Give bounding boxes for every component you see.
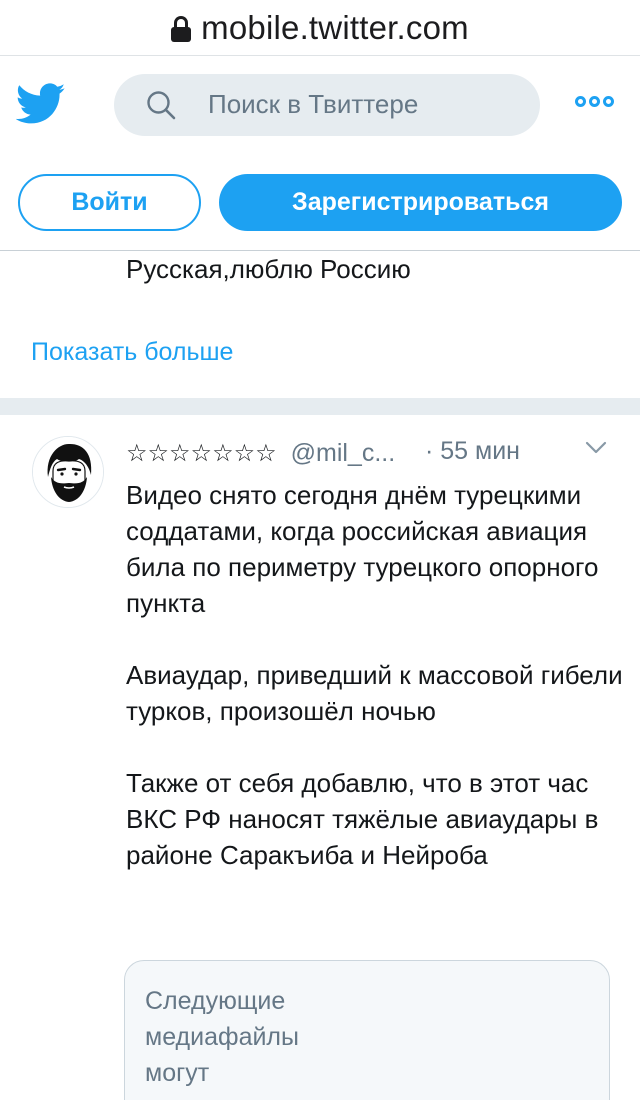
tweet-timestamp[interactable]: · 55 мин bbox=[425, 437, 520, 466]
tweet-header: ☆☆☆☆☆☆☆ @mil_c... bbox=[126, 437, 395, 469]
tweet-paragraph: Также от себя добавлю, что в этот час ВК… bbox=[126, 768, 599, 870]
show-more-link[interactable]: Показать больше bbox=[31, 338, 233, 367]
lock-icon bbox=[171, 15, 192, 42]
search-bar[interactable]: Поиск в Твиттере bbox=[114, 74, 540, 136]
chevron-down-icon[interactable] bbox=[585, 440, 607, 456]
browser-url-bar[interactable]: mobile.twitter.com bbox=[0, 0, 640, 56]
signup-button[interactable]: Зарегистрироваться bbox=[219, 174, 622, 231]
tweet-paragraph: Видео снято сегодня днём турецкими содда… bbox=[126, 480, 599, 618]
tweet-paragraph: Авиаудар, приведший к массовой гибели ту… bbox=[126, 660, 623, 726]
login-button[interactable]: Войти bbox=[18, 174, 201, 231]
display-name[interactable]: ☆☆☆☆☆☆☆ bbox=[126, 439, 277, 468]
search-icon bbox=[147, 91, 176, 120]
divider bbox=[0, 250, 640, 251]
user-handle[interactable]: @mil_c... bbox=[291, 439, 396, 468]
tweet-text: Видео снято сегодня днём турецкими содда… bbox=[126, 477, 626, 873]
search-input[interactable]: Поиск в Твиттере bbox=[208, 89, 418, 120]
twitter-header: Поиск в Твиттере bbox=[0, 56, 640, 156]
twitter-bird-icon[interactable] bbox=[16, 82, 66, 126]
url-text: mobile.twitter.com bbox=[201, 8, 469, 46]
avatar[interactable] bbox=[32, 436, 104, 508]
more-icon[interactable] bbox=[575, 96, 615, 112]
avatar-illustration bbox=[33, 437, 103, 507]
profile-bio: Русская,люблю Россию bbox=[126, 254, 411, 284]
section-separator bbox=[0, 398, 640, 415]
sensitive-media-card[interactable]: Следующие медиафайлы могут bbox=[124, 960, 610, 1100]
media-warning-text: Следующие медиафайлы могут bbox=[145, 987, 299, 1087]
